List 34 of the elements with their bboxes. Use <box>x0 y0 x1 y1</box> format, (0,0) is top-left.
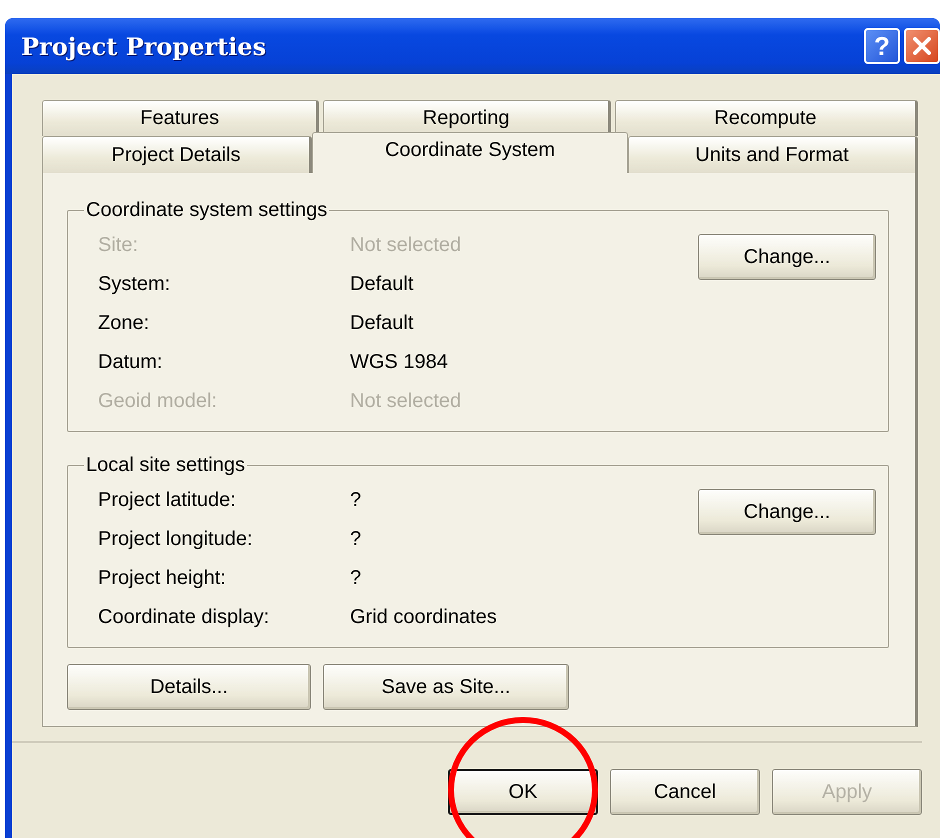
field-value: Grid coordinates <box>350 606 497 629</box>
tab[interactable]: Project Details <box>42 136 312 173</box>
field-label: Project latitude: <box>98 489 237 512</box>
field-value: ? <box>350 567 362 590</box>
field-value: Not selected <box>350 234 462 257</box>
field-value: Default <box>350 273 414 296</box>
field-label: Coordinate display: <box>98 606 270 629</box>
dialog-button[interactable]: OK <box>448 769 598 815</box>
dialog-button[interactable]: Cancel <box>610 769 760 815</box>
field-label: Project longitude: <box>98 528 254 551</box>
field-label: Project height: <box>98 567 227 590</box>
help-button[interactable]: ? <box>864 28 900 64</box>
field-value: WGS 1984 <box>350 351 448 374</box>
window-title: Project Properties <box>21 32 268 60</box>
save-site-button[interactable]: Save as Site... <box>323 664 569 710</box>
field-label: Geoid model: <box>98 390 218 413</box>
field-value: Not selected <box>350 390 462 413</box>
details-button[interactable]: Details... <box>67 664 311 710</box>
field-value: ? <box>350 528 362 551</box>
change-button[interactable]: Change... <box>698 489 876 535</box>
close-icon[interactable] <box>904 28 940 64</box>
field-value: ? <box>350 489 362 512</box>
group-title: Coordinate system settings <box>85 199 328 222</box>
tab[interactable]: Units and Format <box>628 136 918 173</box>
group-title: Local site settings <box>85 454 246 477</box>
tab[interactable]: Recompute <box>614 100 918 136</box>
field-label: Zone: <box>98 312 150 335</box>
tab[interactable]: Coordinate System <box>312 132 628 173</box>
field-label: System: <box>98 273 172 296</box>
field-label: Datum: <box>98 351 164 374</box>
change-button[interactable]: Change... <box>698 234 876 280</box>
tab[interactable]: Features <box>42 100 320 136</box>
field-value: Default <box>350 312 414 335</box>
field-label: Site: <box>98 234 140 257</box>
